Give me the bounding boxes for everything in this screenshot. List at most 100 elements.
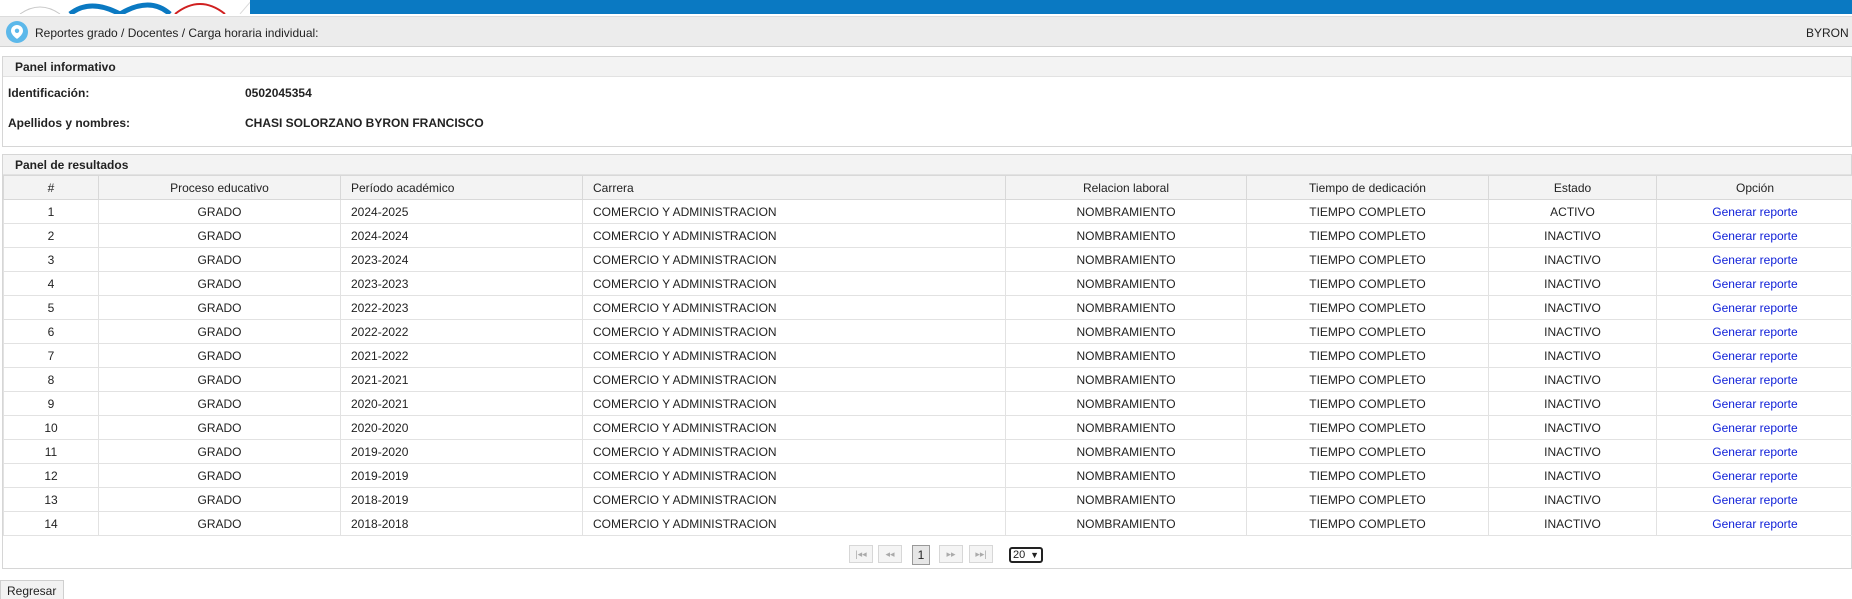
row-relacion: NOMBRAMIENTO: [1005, 247, 1247, 272]
table-row: 13 GRADO 2018-2019 COMERCIO Y ADMINISTRACIO…: [3, 487, 1852, 512]
cell-opcion: Generar reporte: [1656, 439, 1852, 464]
generate-report-link[interactable]: Generar reporte: [1712, 517, 1797, 531]
row-relacion: NOMBRAMIENTO: [1005, 319, 1247, 344]
row-carrera: COMERCIO Y ADMINISTRACION: [582, 367, 1006, 392]
generate-report-link[interactable]: Generar reporte: [1712, 325, 1797, 339]
row-proceso: GRADO: [98, 199, 341, 224]
cell-opcion: Generar reporte: [1656, 199, 1852, 224]
row-carrera: COMERCIO Y ADMINISTRACION: [582, 247, 1006, 272]
row-estado: INACTIVO: [1488, 223, 1657, 248]
breadcrumb: Reportes grado / Docentes / Carga horari…: [35, 26, 319, 40]
generate-report-link[interactable]: Generar reporte: [1712, 253, 1797, 267]
row-proceso: GRADO: [98, 511, 341, 536]
row-tiempo: TIEMPO COMPLETO: [1246, 487, 1489, 512]
row-periodo: 2018-2018: [340, 511, 583, 536]
generate-report-link[interactable]: Generar reporte: [1712, 229, 1797, 243]
row-periodo: 2024-2025: [340, 199, 583, 224]
col-header-periodo[interactable]: Período académico: [340, 175, 583, 200]
cell-opcion: Generar reporte: [1656, 391, 1852, 416]
row-relacion: NOMBRAMIENTO: [1005, 271, 1247, 296]
results-panel-title: Panel de resultados: [3, 155, 1851, 175]
generate-report-link[interactable]: Generar reporte: [1712, 301, 1797, 315]
id-value: 0502045354: [245, 86, 312, 100]
row-number: 3: [3, 247, 99, 272]
cell-opcion: Generar reporte: [1656, 247, 1852, 272]
page-size-value: 20: [1013, 549, 1026, 561]
row-number: 9: [3, 391, 99, 416]
row-relacion: NOMBRAMIENTO: [1005, 415, 1247, 440]
generate-report-link[interactable]: Generar reporte: [1712, 277, 1797, 291]
col-header-estado[interactable]: Estado: [1488, 175, 1657, 200]
col-header-carrera[interactable]: Carrera: [582, 175, 1006, 200]
table-row: 3 GRADO 2023-2024 COMERCIO Y ADMINISTRACION…: [3, 247, 1852, 272]
prev-page-button[interactable]: ◂◂: [878, 545, 902, 563]
col-header-relacion[interactable]: Relacion laboral: [1005, 175, 1247, 200]
brand-bar: [250, 0, 1852, 14]
top-banner: [0, 0, 1852, 14]
generate-report-link[interactable]: Generar reporte: [1712, 373, 1797, 387]
cell-opcion: Generar reporte: [1656, 271, 1852, 296]
row-proceso: GRADO: [98, 487, 341, 512]
row-number: 14: [3, 511, 99, 536]
table-header-row: # Proceso educativo Período académico Ca…: [3, 175, 1852, 200]
cell-opcion: Generar reporte: [1656, 487, 1852, 512]
row-relacion: NOMBRAMIENTO: [1005, 391, 1247, 416]
row-periodo: 2021-2021: [340, 367, 583, 392]
row-carrera: COMERCIO Y ADMINISTRACION: [582, 463, 1006, 488]
row-estado: INACTIVO: [1488, 247, 1657, 272]
row-tiempo: TIEMPO COMPLETO: [1246, 271, 1489, 296]
col-header-proceso[interactable]: Proceso educativo: [98, 175, 341, 200]
row-periodo: 2024-2024: [340, 223, 583, 248]
generate-report-link[interactable]: Generar reporte: [1712, 469, 1797, 483]
info-panel: Panel informativo Identificación: 050204…: [2, 56, 1852, 147]
cell-opcion: Generar reporte: [1656, 463, 1852, 488]
table-row: 7 GRADO 2021-2022 COMERCIO Y ADMINISTRACION…: [3, 343, 1852, 368]
row-proceso: GRADO: [98, 295, 341, 320]
row-estado: INACTIVO: [1488, 343, 1657, 368]
row-tiempo: TIEMPO COMPLETO: [1246, 391, 1489, 416]
table-row: 11 GRADO 2019-2020 COMERCIO Y ADMINISTRACIO…: [3, 439, 1852, 464]
generate-report-link[interactable]: Generar reporte: [1712, 493, 1797, 507]
generate-report-link[interactable]: Generar reporte: [1712, 349, 1797, 363]
row-periodo: 2023-2024: [340, 247, 583, 272]
col-header-tiempo[interactable]: Tiempo de dedicación: [1246, 175, 1489, 200]
row-relacion: NOMBRAMIENTO: [1005, 295, 1247, 320]
row-tiempo: TIEMPO COMPLETO: [1246, 343, 1489, 368]
row-proceso: GRADO: [98, 463, 341, 488]
current-page-button[interactable]: 1: [912, 545, 930, 565]
row-carrera: COMERCIO Y ADMINISTRACION: [582, 295, 1006, 320]
row-number: 5: [3, 295, 99, 320]
cell-opcion: Generar reporte: [1656, 343, 1852, 368]
row-number: 13: [3, 487, 99, 512]
cell-opcion: Generar reporte: [1656, 295, 1852, 320]
results-table: # Proceso educativo Período académico Ca…: [3, 175, 1852, 536]
back-button[interactable]: Regresar: [0, 580, 64, 599]
row-periodo: 2019-2020: [340, 439, 583, 464]
cell-opcion: Generar reporte: [1656, 511, 1852, 536]
generate-report-link[interactable]: Generar reporte: [1712, 421, 1797, 435]
page-size-select[interactable]: 20 ▼: [1009, 547, 1043, 563]
row-estado: ACTIVO: [1488, 199, 1657, 224]
row-tiempo: TIEMPO COMPLETO: [1246, 295, 1489, 320]
row-estado: INACTIVO: [1488, 487, 1657, 512]
table-row: 9 GRADO 2020-2021 COMERCIO Y ADMINISTRACION…: [3, 391, 1852, 416]
row-carrera: COMERCIO Y ADMINISTRACION: [582, 319, 1006, 344]
row-estado: INACTIVO: [1488, 415, 1657, 440]
generate-report-link[interactable]: Generar reporte: [1712, 205, 1797, 219]
id-label: Identificación:: [8, 86, 90, 100]
row-number: 10: [3, 415, 99, 440]
row-tiempo: TIEMPO COMPLETO: [1246, 367, 1489, 392]
table-row: 4 GRADO 2023-2023 COMERCIO Y ADMINISTRACION…: [3, 271, 1852, 296]
next-page-button[interactable]: ▸▸: [939, 545, 963, 563]
generate-report-link[interactable]: Generar reporte: [1712, 445, 1797, 459]
col-header-number[interactable]: #: [3, 175, 99, 200]
row-relacion: NOMBRAMIENTO: [1005, 343, 1247, 368]
row-tiempo: TIEMPO COMPLETO: [1246, 223, 1489, 248]
row-periodo: 2023-2023: [340, 271, 583, 296]
row-relacion: NOMBRAMIENTO: [1005, 199, 1247, 224]
row-number: 1: [3, 199, 99, 224]
last-page-button[interactable]: ▸▸|: [969, 545, 993, 563]
generate-report-link[interactable]: Generar reporte: [1712, 397, 1797, 411]
first-page-button[interactable]: |◂◂: [849, 545, 873, 563]
user-name[interactable]: BYRON C: [1806, 26, 1852, 40]
